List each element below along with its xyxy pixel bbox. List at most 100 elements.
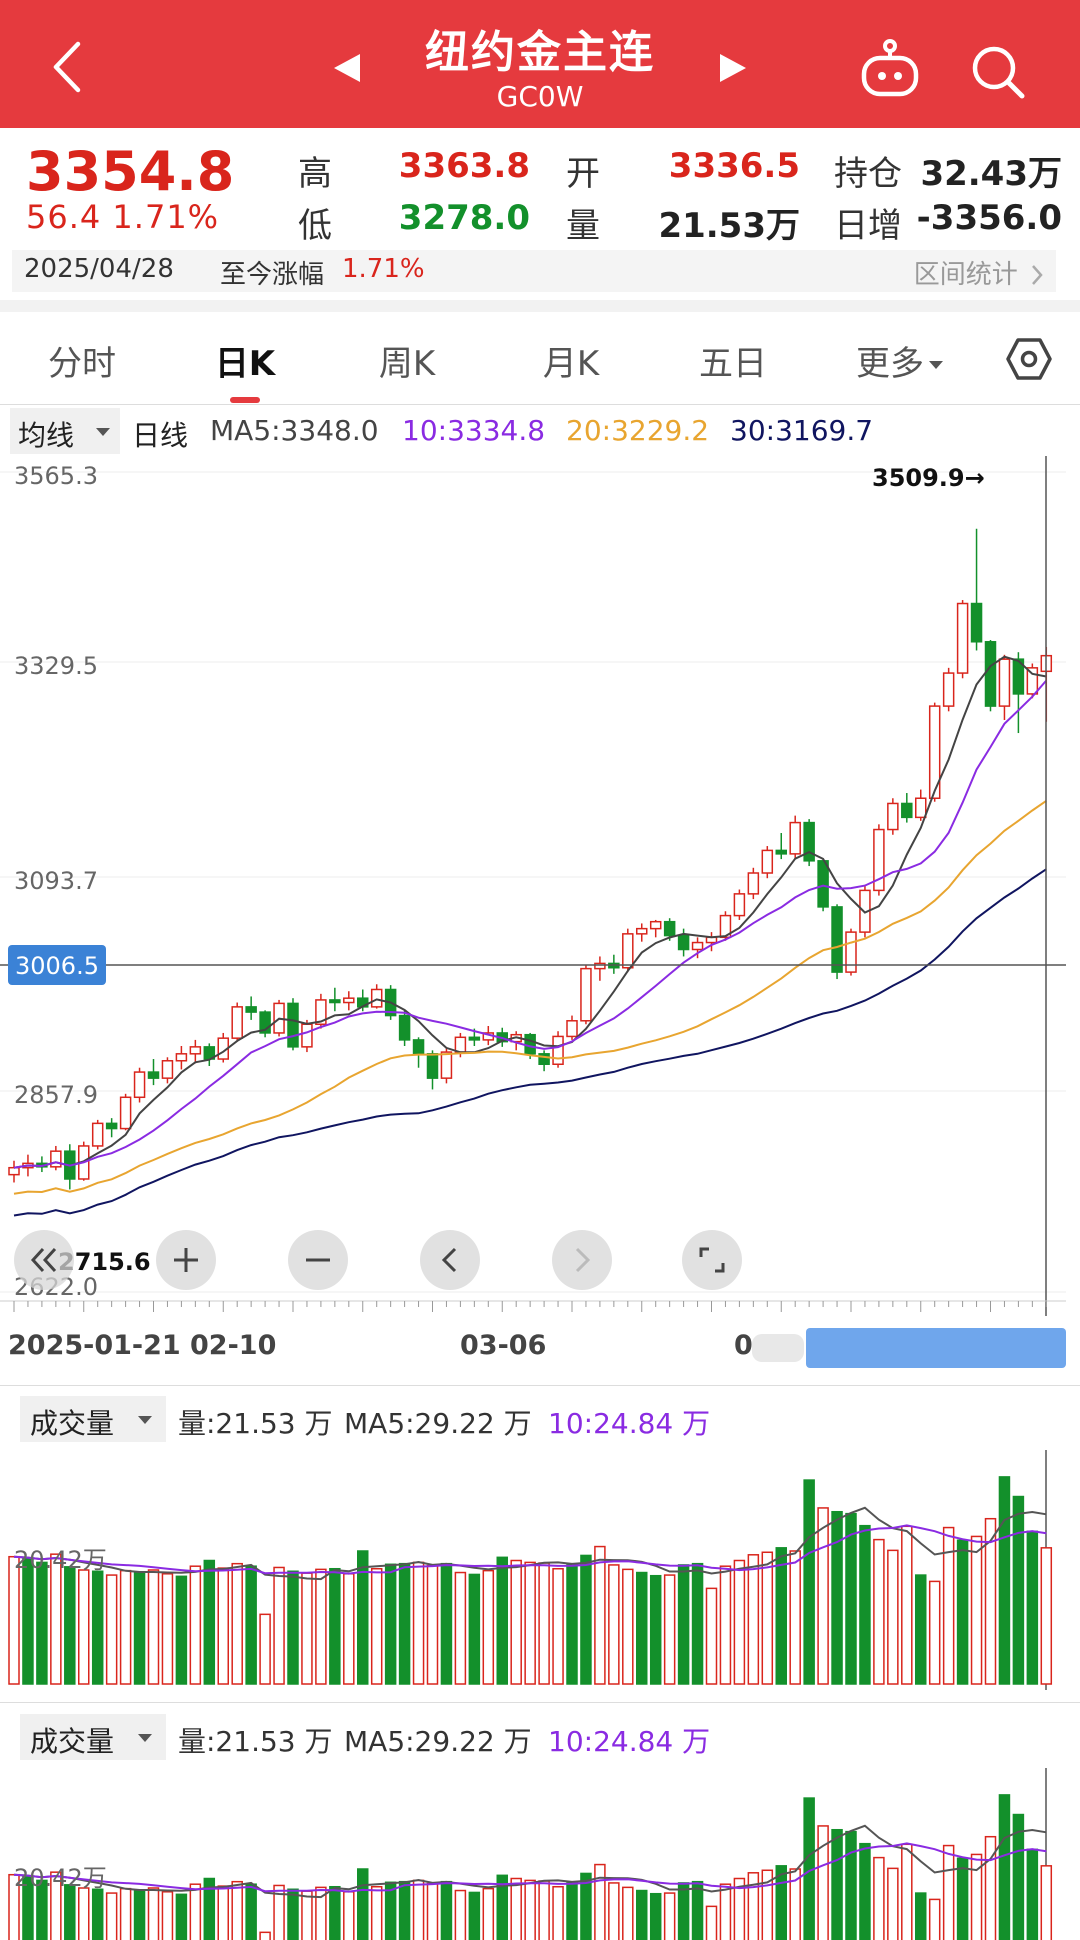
volume-bar-up (594, 1545, 606, 1685)
volume-bar-up (817, 1507, 829, 1685)
volume-ma5: MA5:29.22 万 (344, 1407, 532, 1440)
volume-indicator-selector[interactable]: 成交量 (20, 1396, 166, 1442)
chart-settings-button[interactable] (1006, 336, 1052, 382)
volume-bar-up (370, 1567, 383, 1685)
volume-y-tick: 20.42万 (14, 1864, 107, 1892)
volume-bar-down (203, 1559, 216, 1685)
info-bar: 2025/04/28 至今涨幅 1.71% 区间统计 (12, 250, 1056, 292)
candle-down (538, 1053, 550, 1065)
volume-chart[interactable]: 20.42万 (0, 1768, 1080, 1940)
settings-icon (1006, 338, 1052, 380)
volume-bar-up (301, 1890, 313, 1940)
app-root: 纽约金主连 GC0W 3354.8 56.4 1.71% 高 3363.8 低 … (0, 0, 1080, 1940)
volume-bar-down (831, 1510, 843, 1685)
volume-bar-down (845, 1512, 857, 1685)
volume-bar-up (747, 1554, 760, 1685)
candle-up (91, 1122, 104, 1147)
tab-five-day[interactable]: 五日 (678, 336, 788, 385)
candle-down (468, 1036, 481, 1041)
indicator-selector[interactable]: 均线 (10, 408, 120, 454)
candle-up (343, 997, 355, 1004)
candle-up (552, 1035, 564, 1065)
ma5-value: MA5:3348.0 (210, 414, 379, 447)
range-stat-button[interactable]: 区间统计 (914, 254, 1044, 291)
volume-y-tick: 20.42万 (14, 1546, 107, 1574)
robot-assistant-button[interactable] (858, 38, 922, 98)
volume-bar-up (719, 1883, 732, 1940)
search-button[interactable] (968, 42, 1028, 102)
volume-bar-up (217, 1885, 229, 1940)
volume-bar-up (887, 1549, 899, 1685)
scroll-start-button[interactable] (14, 1230, 74, 1290)
candle-up (301, 1023, 313, 1048)
candle-down (105, 1122, 118, 1130)
zoom-out-button[interactable] (288, 1230, 348, 1290)
candle-up (636, 927, 648, 935)
volume-bar-down (175, 1893, 188, 1940)
volume-bar-down (677, 1882, 690, 1940)
candle-down (831, 906, 843, 973)
candle-down (329, 999, 341, 1004)
volume-bar-down (775, 1547, 787, 1685)
volume-bar-up (119, 1887, 132, 1940)
volume-bar-down (1026, 1848, 1039, 1940)
volume-bar-up (119, 1569, 132, 1685)
tab-intraday[interactable]: 分时 (27, 336, 137, 385)
candle-up (50, 1150, 62, 1168)
volume-bar-down (175, 1575, 188, 1685)
plus-icon (174, 1248, 198, 1272)
candle-up (733, 893, 746, 917)
scroll-right-button[interactable] (552, 1230, 612, 1290)
tab-monthly-k[interactable]: 月K (516, 336, 626, 385)
volume-bar-up (594, 1863, 606, 1940)
volume-ma10: 10:24.84 万 (548, 1725, 711, 1758)
candle-up (622, 933, 634, 969)
open-interest-label: 持仓 (834, 154, 902, 194)
volume-bar-down (133, 1890, 146, 1940)
volume-indicator-selector[interactable]: 成交量 (20, 1714, 166, 1760)
section-separator (0, 300, 1080, 312)
x-label-start: 2025-01-21 (8, 1330, 181, 1361)
volume-bar-up (608, 1882, 620, 1940)
volume-bar-down (440, 1880, 453, 1940)
dropdown-arrow-icon (138, 1416, 152, 1424)
volume-chart[interactable]: 20.42万 (0, 1450, 1080, 1690)
zoom-in-button[interactable] (156, 1230, 216, 1290)
volume-bar-down (440, 1562, 453, 1685)
tab-daily-k[interactable]: 日K (190, 336, 300, 385)
chevron-right-icon (1032, 265, 1043, 285)
volume-bar-up (901, 1843, 913, 1940)
candlestick-chart[interactable]: 3565.3 3329.5 3093.7 2857.9 2622.0 3006.… (0, 456, 1080, 1316)
tab-more[interactable]: 更多 (840, 336, 960, 385)
volume-bar-down (287, 1888, 299, 1940)
volume-bar-up (370, 1885, 383, 1940)
candle-down (775, 849, 787, 855)
y-tick-label: 2857.9 (14, 1081, 98, 1109)
daily-increase-label: 日增 (834, 206, 902, 246)
next-contract-button[interactable] (718, 52, 748, 88)
crosshair-value: 3006.5 (15, 952, 99, 980)
candle-up (580, 967, 592, 1022)
double-chevron-left-icon (30, 1247, 57, 1273)
volume-bars (8, 1476, 1053, 1685)
blurred-watermark (806, 1328, 1066, 1368)
y-tick-label: 3565.3 (14, 462, 98, 490)
quote-date: 2025/04/28 (24, 254, 174, 284)
period-label: 日线 (132, 419, 189, 452)
scroll-left-button[interactable] (420, 1230, 480, 1290)
fullscreen-button[interactable] (682, 1230, 742, 1290)
volume-bar-down (329, 1567, 341, 1685)
moving-average-lines (13, 655, 1048, 1217)
candle-up (915, 797, 927, 819)
volume-bar-down (133, 1572, 146, 1685)
candle-down (412, 1039, 425, 1055)
ma20-value: 20:3229.2 (566, 414, 710, 447)
open-label: 开 (566, 154, 600, 194)
tab-weekly-k[interactable]: 周K (352, 336, 462, 385)
candle-down (245, 1006, 257, 1013)
candle-up (454, 1036, 467, 1053)
volume-bar-up (231, 1562, 243, 1685)
tabs-divider (0, 404, 1080, 405)
high-marker: 3509.9→ (872, 464, 985, 492)
volume-bar-down (677, 1564, 690, 1685)
